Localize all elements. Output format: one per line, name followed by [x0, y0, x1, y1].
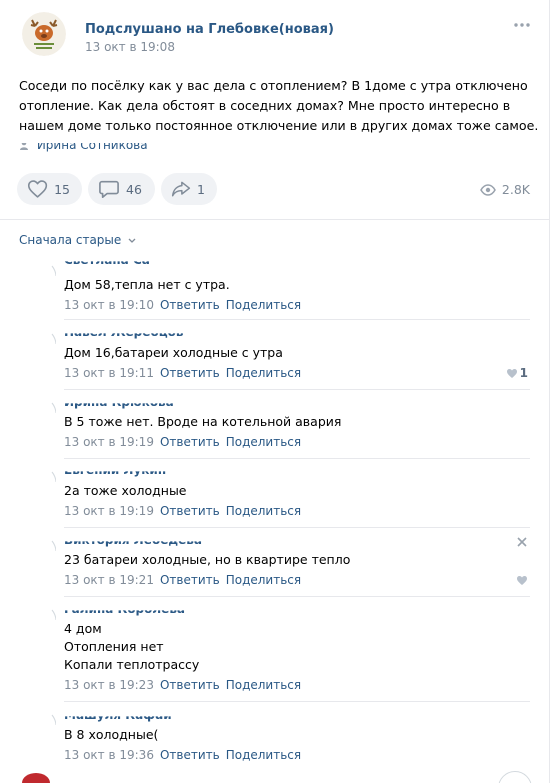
comment-text: В 5 тоже нет. Вроде на котельной авария [64, 414, 342, 429]
comment-button[interactable]: 46 [88, 173, 155, 205]
comment-text: 2а тоже холодные [64, 483, 187, 498]
comment-divider [64, 701, 530, 702]
share-button[interactable]: 1 [161, 173, 217, 205]
comment-meta: 13 окт в 19:21 Ответить Поделиться [64, 573, 301, 587]
feed-border [549, 0, 550, 783]
share-link[interactable]: Поделиться [226, 573, 301, 587]
comment-meta: 13 окт в 19:11 Ответить Поделиться [64, 366, 301, 380]
comment-text: Копали теплотрассу [64, 657, 200, 672]
group-name[interactable]: Подслушано на Глебовке(новая) [85, 22, 334, 37]
reply-link[interactable]: Ответить [160, 298, 220, 312]
share-link[interactable]: Поделиться [226, 298, 301, 312]
comment-text: Отопления нет [64, 639, 164, 654]
comment-icon [99, 180, 119, 198]
share-link[interactable]: Поделиться [226, 678, 301, 692]
heart-icon [506, 368, 517, 378]
comment-date[interactable]: 13 окт в 19:21 [64, 573, 154, 587]
comment-date[interactable]: 13 окт в 19:36 [64, 748, 154, 762]
close-icon[interactable] [517, 537, 527, 547]
avatar[interactable] [0, 711, 57, 739]
comment-meta: 13 окт в 19:23 Ответить Поделиться [64, 678, 301, 692]
reply-link[interactable]: Ответить [160, 748, 220, 762]
avatar[interactable] [0, 399, 57, 427]
comment-like[interactable]: 1 [506, 366, 528, 380]
reply-link[interactable]: Ответить [160, 573, 220, 587]
comment-author-partial [64, 776, 124, 783]
comment-meta: 13 окт в 19:19 Ответить Поделиться [64, 504, 301, 518]
views-count: 2.8K [501, 182, 530, 197]
user-icon [20, 143, 28, 150]
comment-author[interactable]: Галина Королева [64, 610, 185, 616]
like-count: 15 [54, 181, 70, 197]
comment-meta: 13 окт в 19:19 Ответить Поделиться [64, 435, 301, 449]
comment-author[interactable]: Ирина Крюкова [64, 403, 174, 409]
avatar[interactable] [0, 606, 57, 634]
comment-text: 4 дом [64, 621, 102, 636]
comment-text: Дом 58,тепла нет с утра. [64, 277, 230, 292]
comment-author[interactable]: Светлана Са [64, 261, 150, 267]
reply-link[interactable]: Ответить [160, 366, 220, 380]
comment-date[interactable]: 13 окт в 19:11 [64, 366, 154, 380]
post-author-name: Ирина Сотникова [36, 138, 148, 152]
comment-text: Дом 16,батареи холодные с утра [64, 345, 283, 360]
comment-like[interactable] [516, 575, 528, 586]
share-link[interactable]: Поделиться [226, 504, 301, 518]
comment-date[interactable]: 13 окт в 19:19 [64, 504, 154, 518]
sort-label: Сначала старые [19, 233, 122, 247]
share-icon [171, 181, 191, 197]
comment-author[interactable]: Виктория Лебедева [64, 541, 202, 547]
avatar[interactable] [0, 262, 57, 290]
post-text: Соседи по посёлку как у вас дела с отопл… [19, 78, 539, 133]
like-button[interactable]: 15 [17, 173, 82, 205]
reply-link[interactable]: Ответить [160, 435, 220, 449]
comment-count: 46 [126, 181, 142, 197]
post-actions: 15 46 1 [17, 173, 217, 205]
reply-link[interactable]: Ответить [160, 678, 220, 692]
comment-author[interactable]: Машуля Кафаи [64, 716, 172, 722]
avatar[interactable] [0, 330, 57, 358]
comment-author[interactable]: Павел Жеребцов [64, 333, 184, 339]
group-avatar[interactable] [22, 12, 66, 56]
comment-divider [64, 458, 530, 459]
views: 2.8K [480, 182, 530, 197]
more-dots-icon[interactable] [513, 20, 531, 30]
share-link[interactable]: Поделиться [226, 435, 301, 449]
heart-icon [517, 576, 527, 585]
share-link[interactable]: Поделиться [226, 748, 301, 762]
comment-divider [64, 596, 530, 597]
comment-divider [64, 319, 530, 320]
comment-meta: 13 окт в 19:36 Ответить Поделиться [64, 748, 301, 762]
heart-icon [27, 180, 48, 198]
post-date[interactable]: 13 окт в 19:08 [85, 40, 175, 54]
chevron-down-icon [128, 238, 136, 243]
post-header: Подслушано на Глебовке(новая) 13 окт в 1… [22, 12, 537, 64]
comment-divider [64, 527, 530, 528]
comment-like-count: 1 [519, 366, 528, 380]
avatar[interactable] [0, 468, 57, 496]
share-link[interactable]: Поделиться [226, 366, 301, 380]
post-author[interactable]: Ирина Сотникова [19, 138, 148, 152]
comment-date[interactable]: 13 окт в 19:10 [64, 298, 154, 312]
reply-link[interactable]: Ответить [160, 504, 220, 518]
comment-divider [64, 389, 530, 390]
comment-text: 23 батареи холодные, но в квартире тепло [64, 552, 351, 567]
comment-date[interactable]: 13 окт в 19:19 [64, 435, 154, 449]
avatar[interactable] [22, 773, 50, 783]
comment-author[interactable]: Евгений Лукин [64, 471, 166, 477]
eye-icon [480, 183, 496, 196]
share-count: 1 [197, 181, 205, 197]
scroll-button[interactable] [498, 771, 532, 783]
comment-text: В 8 холодные( [64, 727, 159, 742]
comment-meta: 13 окт в 19:10 Ответить Поделиться [64, 298, 301, 312]
post-divider [0, 219, 549, 220]
comment-date[interactable]: 13 окт в 19:23 [64, 678, 154, 692]
avatar[interactable] [0, 537, 57, 565]
comments-sort[interactable]: Сначала старые [19, 233, 136, 247]
